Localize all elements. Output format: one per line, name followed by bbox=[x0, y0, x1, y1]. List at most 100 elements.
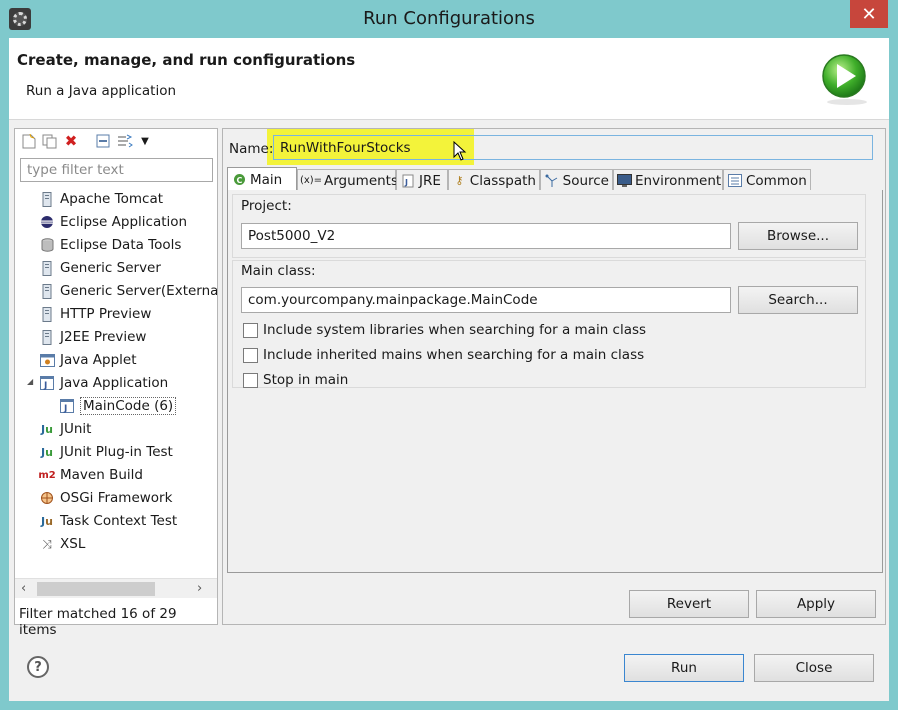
server-icon bbox=[39, 329, 55, 345]
run-icon bbox=[822, 54, 867, 105]
configuration-editor-panel: Name: C Main (x)= Arguments J JRE bbox=[222, 128, 886, 625]
java-app-icon: J bbox=[59, 398, 75, 414]
tab-classpath[interactable]: ⚷ Classpath bbox=[448, 169, 540, 191]
banner-subtitle: Run a Java application bbox=[26, 83, 177, 99]
filter-input[interactable] bbox=[20, 158, 213, 182]
run-button[interactable]: Run bbox=[624, 654, 744, 682]
main-class-group: Main class: Search... Include system lib… bbox=[232, 260, 866, 388]
name-label: Name: bbox=[229, 141, 274, 157]
tab-jre[interactable]: J JRE bbox=[396, 169, 448, 191]
server-icon bbox=[39, 260, 55, 276]
stop-in-main-checkbox[interactable]: Stop in main bbox=[243, 370, 348, 390]
title-bar[interactable]: Run Configurations ✕ bbox=[0, 0, 898, 38]
tree-item-maincode[interactable]: J MainCode (6) bbox=[59, 395, 177, 417]
tab-source[interactable]: Source bbox=[540, 169, 613, 191]
browse-button[interactable]: Browse... bbox=[738, 222, 858, 250]
svg-text:C: C bbox=[236, 176, 242, 185]
source-icon bbox=[544, 173, 560, 189]
tab-arguments[interactable]: (x)= Arguments bbox=[297, 169, 398, 191]
jre-icon: J bbox=[400, 173, 416, 189]
name-input[interactable] bbox=[273, 135, 873, 160]
common-icon bbox=[727, 173, 743, 189]
svg-text:J: J bbox=[404, 178, 408, 187]
tree-item-junit[interactable]: Ju JUnit bbox=[39, 418, 91, 440]
revert-button[interactable]: Revert bbox=[629, 590, 749, 618]
dialog-banner: Create, manage, and run configurations R… bbox=[9, 38, 889, 120]
close-button[interactable]: Close bbox=[754, 654, 874, 682]
search-button[interactable]: Search... bbox=[738, 286, 858, 314]
project-group: Project: Browse... bbox=[232, 194, 866, 258]
tab-main[interactable]: C Main bbox=[227, 167, 297, 191]
apply-button[interactable]: Apply bbox=[756, 590, 876, 618]
scrollbar-thumb[interactable] bbox=[37, 582, 155, 596]
mouse-cursor-icon bbox=[453, 141, 467, 161]
tree-item-xsl[interactable]: ⤨ XSL bbox=[39, 533, 85, 555]
database-icon bbox=[39, 237, 55, 253]
filter-configs-icon[interactable] bbox=[117, 133, 133, 149]
svg-text:J: J bbox=[43, 381, 47, 390]
tree-item-task-context-test[interactable]: Ju Task Context Test bbox=[39, 510, 177, 532]
environment-icon bbox=[617, 173, 632, 189]
project-field[interactable] bbox=[241, 223, 731, 249]
junit-plugin-icon: Ju bbox=[41, 445, 53, 459]
tree-item-apache-tomcat[interactable]: Apache Tomcat bbox=[39, 188, 163, 210]
classpath-icon: ⚷ bbox=[455, 174, 464, 187]
tree-item-eclipse-data-tools[interactable]: Eclipse Data Tools bbox=[39, 234, 181, 256]
eclipse-icon bbox=[39, 214, 55, 230]
close-icon[interactable]: ✕ bbox=[850, 0, 888, 28]
tab-environment[interactable]: Environment bbox=[613, 169, 723, 191]
maven-icon: m2 bbox=[38, 469, 56, 481]
scroll-right-icon[interactable]: › bbox=[197, 581, 202, 596]
help-icon[interactable]: ? bbox=[27, 656, 49, 678]
arguments-icon: (x)= bbox=[299, 175, 323, 186]
tree-item-eclipse-application[interactable]: Eclipse Application bbox=[39, 211, 187, 233]
tree-item-junit-plugin-test[interactable]: Ju JUnit Plug-in Test bbox=[39, 441, 173, 463]
tree-item-maven-build[interactable]: m2 Maven Build bbox=[38, 464, 143, 486]
configuration-tree-panel: ✖ ▼ Apache Tomcat Eclipse Application bbox=[14, 128, 218, 638]
banner-title: Create, manage, and run configurations bbox=[17, 51, 356, 69]
dialog-client: Create, manage, and run configurations R… bbox=[9, 38, 889, 701]
checkbox[interactable] bbox=[243, 347, 258, 363]
server-icon bbox=[39, 306, 55, 322]
filter-status: Filter matched 16 of 29 items bbox=[19, 606, 177, 638]
tree-toolbar: ✖ ▼ bbox=[15, 129, 217, 155]
osgi-icon bbox=[39, 490, 55, 506]
delete-config-icon[interactable]: ✖ bbox=[63, 132, 79, 150]
tree-item-http-preview[interactable]: HTTP Preview bbox=[39, 303, 151, 325]
xsl-icon: ⤨ bbox=[42, 536, 52, 551]
server-icon bbox=[39, 283, 55, 299]
tree-item-generic-server-external[interactable]: Generic Server(Externa bbox=[39, 280, 217, 302]
checkbox[interactable] bbox=[243, 322, 258, 338]
tree-horizontal-scrollbar[interactable]: ‹ › bbox=[15, 578, 217, 598]
duplicate-config-icon[interactable] bbox=[41, 133, 57, 149]
task-context-icon: Ju bbox=[41, 514, 53, 528]
applet-icon bbox=[39, 352, 55, 368]
config-tabs: C Main (x)= Arguments J JRE ⚷ Classpath bbox=[227, 167, 883, 191]
collapse-all-icon[interactable] bbox=[95, 133, 111, 149]
project-label: Project: bbox=[241, 198, 292, 214]
run-configurations-window: Run Configurations ✕ Create, manage, and… bbox=[0, 0, 898, 710]
server-icon bbox=[39, 191, 55, 207]
configuration-tree: Apache Tomcat Eclipse Application Eclips… bbox=[15, 186, 217, 576]
tree-item-generic-server[interactable]: Generic Server bbox=[39, 257, 161, 279]
main-tab-content: Project: Browse... Main class: Search...… bbox=[227, 190, 883, 573]
new-config-icon[interactable] bbox=[21, 133, 37, 149]
window-title: Run Configurations bbox=[363, 8, 535, 29]
include-system-libraries-checkbox[interactable]: Include system libraries when searching … bbox=[243, 320, 646, 340]
junit-icon: Ju bbox=[41, 422, 53, 436]
svg-text:J: J bbox=[63, 404, 67, 413]
view-menu-dropdown-icon[interactable]: ▼ bbox=[137, 133, 153, 149]
tree-item-java-application[interactable]: J Java Application bbox=[39, 372, 168, 394]
main-class-field[interactable] bbox=[241, 287, 731, 313]
scroll-left-icon[interactable]: ‹ bbox=[21, 581, 26, 596]
main-class-label: Main class: bbox=[241, 263, 316, 279]
tree-item-j2ee-preview[interactable]: J2EE Preview bbox=[39, 326, 146, 348]
expand-java-application-icon[interactable]: ◢ bbox=[27, 377, 33, 386]
tree-item-osgi-framework[interactable]: OSGi Framework bbox=[39, 487, 172, 509]
main-tab-icon: C bbox=[231, 172, 247, 188]
include-inherited-mains-checkbox[interactable]: Include inherited mains when searching f… bbox=[243, 345, 644, 365]
tab-common[interactable]: Common bbox=[723, 169, 811, 191]
java-app-icon: J bbox=[39, 375, 55, 391]
checkbox[interactable] bbox=[243, 372, 258, 388]
tree-item-java-applet[interactable]: Java Applet bbox=[39, 349, 137, 371]
